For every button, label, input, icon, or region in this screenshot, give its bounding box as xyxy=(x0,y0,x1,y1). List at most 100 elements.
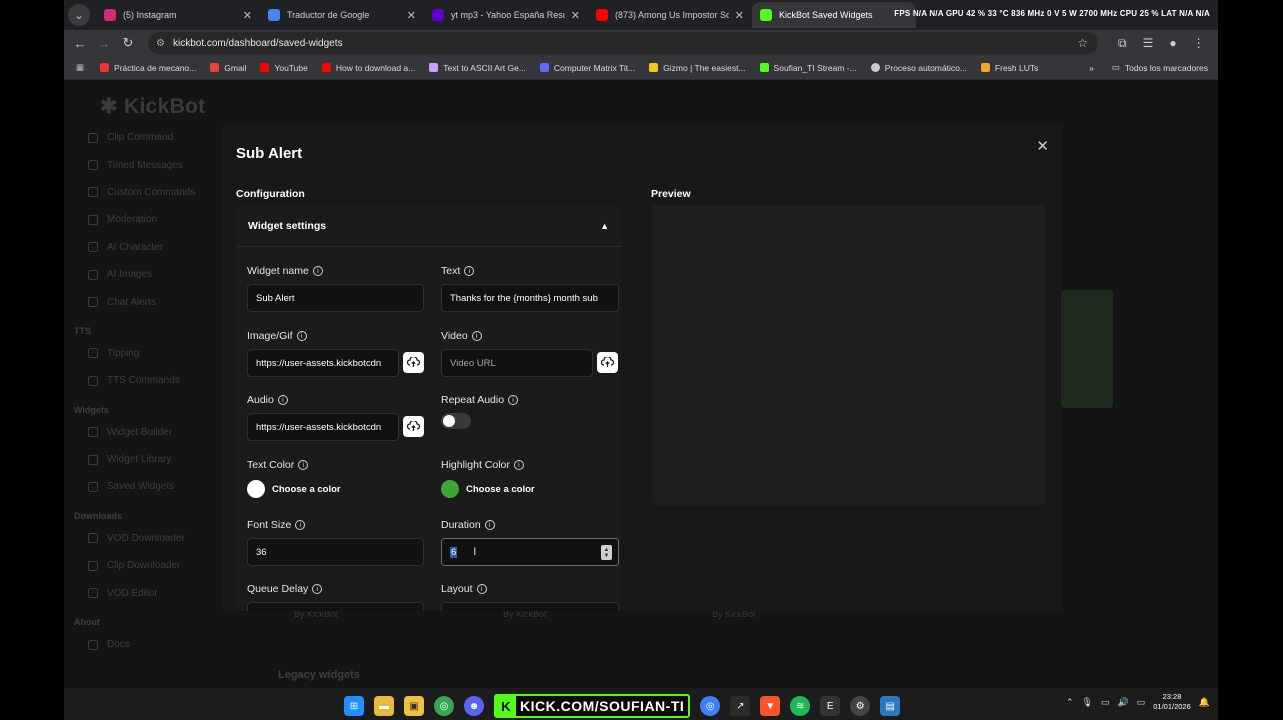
bookmark-item[interactable]: How to download a... xyxy=(321,63,415,73)
notifications-bell-icon[interactable]: 🔔 xyxy=(1199,697,1210,708)
sidebar-item[interactable]: AI Images xyxy=(74,261,224,288)
chrome-icon[interactable]: ◎ xyxy=(434,696,454,716)
upload-cloud-icon[interactable] xyxy=(597,352,618,373)
queue-delay-input[interactable] xyxy=(247,602,424,611)
bookmark-star-icon[interactable]: ☆ xyxy=(1077,36,1088,50)
widget-name-input[interactable]: Sub Alert xyxy=(247,284,424,312)
close-tab-icon[interactable]: ✕ xyxy=(407,9,416,22)
spotify-icon[interactable]: ≋ xyxy=(790,696,811,716)
color-swatch[interactable] xyxy=(247,480,265,498)
widget-settings-accordion[interactable]: Widget settings ▲ xyxy=(236,205,621,247)
site-info-icon[interactable]: ⚙ xyxy=(156,38,165,49)
info-icon[interactable]: i xyxy=(296,331,307,341)
info-icon[interactable]: i xyxy=(277,395,288,405)
bookmark-item[interactable]: YouTube xyxy=(260,63,308,73)
bookmark-item[interactable]: Computer Matrix Tit... xyxy=(539,63,635,73)
forward-arrow-icon[interactable]: → xyxy=(92,36,116,51)
close-icon[interactable]: ✕ xyxy=(1036,137,1049,155)
brave-icon[interactable]: ▼ xyxy=(760,696,781,716)
sidebar-item[interactable]: Docs xyxy=(74,631,224,658)
info-icon[interactable]: i xyxy=(464,266,475,276)
bookmark-item[interactable]: Soufian_TI Stream -... xyxy=(759,63,857,73)
color-swatch[interactable] xyxy=(441,480,459,498)
network-icon[interactable]: ▭ xyxy=(1101,697,1110,708)
sidebar-item[interactable]: Widget Library xyxy=(74,446,224,473)
info-icon[interactable]: i xyxy=(295,520,306,530)
volume-icon[interactable]: 🔊 xyxy=(1118,697,1129,708)
sidebar-item[interactable]: Clip Downloader xyxy=(74,552,224,579)
microphone-icon[interactable]: 🎙 xyxy=(1082,697,1093,708)
battery-icon[interactable]: ▭ xyxy=(1137,697,1146,708)
info-icon[interactable]: i xyxy=(298,460,309,470)
upload-cloud-icon[interactable] xyxy=(403,416,424,437)
text-input[interactable]: Thanks for the {months} month sub xyxy=(441,284,619,312)
tray-chevron-icon[interactable]: ⌃ xyxy=(1066,697,1074,708)
epic-games-icon[interactable]: E xyxy=(820,696,841,716)
repeat-audio-toggle[interactable] xyxy=(441,413,471,429)
stocks-icon[interactable]: ↗ xyxy=(730,696,751,716)
close-tab-icon[interactable]: ✕ xyxy=(243,9,252,22)
info-icon[interactable]: i xyxy=(484,520,495,530)
sidebar-item[interactable]: VOD Downloader xyxy=(74,525,224,552)
sidebar-item[interactable]: AI Character xyxy=(74,234,224,261)
bookmark-item[interactable]: Text to ASCII Art Ge... xyxy=(429,63,526,73)
file-explorer-icon[interactable]: ▬ xyxy=(374,696,394,716)
upload-cloud-icon[interactable] xyxy=(403,352,424,373)
chrome-profile-icon[interactable]: ◎ xyxy=(700,696,721,716)
sidebar-item-saved-widgets[interactable]: Saved Widgets xyxy=(74,473,224,500)
video-url-input[interactable]: Video URL xyxy=(441,349,593,377)
sidebar-item[interactable]: Tipping xyxy=(74,340,224,367)
info-icon[interactable]: i xyxy=(471,331,482,341)
reading-list-icon[interactable]: ☰ xyxy=(1143,36,1154,51)
duration-input[interactable]: 6 I ▲ ▼ xyxy=(441,538,619,566)
tab-google-translate[interactable]: Traductor de Google ✕ xyxy=(260,2,424,28)
bookmark-item[interactable]: Proceso automático... xyxy=(870,63,967,73)
more-chevron-icon[interactable]: » xyxy=(1089,63,1094,73)
tab-instagram[interactable]: (5) Instagram ✕ xyxy=(96,2,260,28)
sidebar-item[interactable]: Widget Builder xyxy=(74,419,224,446)
clock[interactable]: 23:28 01/01/2026 xyxy=(1153,692,1191,712)
info-icon[interactable]: i xyxy=(476,584,487,594)
store-icon[interactable]: ▣ xyxy=(404,696,424,716)
sidebar-item[interactable]: Moderation xyxy=(74,206,224,233)
app-window-icon[interactable]: ▤ xyxy=(880,696,901,716)
close-tab-icon[interactable]: ✕ xyxy=(735,9,744,22)
audio-input[interactable]: https://user-assets.kickbotcdn xyxy=(247,413,399,441)
menu-kebab-icon[interactable]: ⋮ xyxy=(1193,36,1205,51)
info-icon[interactable]: i xyxy=(513,460,524,470)
sidebar-item[interactable]: Chat Alerts xyxy=(74,288,224,315)
bookmark-item[interactable]: Fresh LUTs xyxy=(980,63,1038,73)
tab-youtube[interactable]: (873) Among Us Impostor Sound ✕ xyxy=(588,2,752,28)
tab-search-chevron-icon[interactable]: ⌄ xyxy=(68,4,90,26)
reload-icon[interactable]: ↻ xyxy=(116,35,140,51)
profile-avatar-icon[interactable]: ● xyxy=(1169,36,1176,51)
sidebar-item[interactable]: TTS Commands xyxy=(74,367,224,394)
bookmark-item[interactable]: Práctica de mecano... xyxy=(100,63,196,73)
tab-yahoo[interactable]: yt mp3 - Yahoo España Resultados ✕ xyxy=(424,2,588,28)
bookmark-item[interactable]: Gmail xyxy=(210,63,246,73)
sidebar-item[interactable]: VOD Editor xyxy=(74,579,224,606)
bookmark-item[interactable]: Gizmo | The easiest... xyxy=(649,63,746,73)
all-bookmarks-button[interactable]: » ▭ Todos los marcadores xyxy=(1089,62,1208,73)
info-icon[interactable]: i xyxy=(312,266,323,276)
chevron-up-icon[interactable]: ▲ xyxy=(600,221,609,231)
number-stepper-icon[interactable]: ▲ ▼ xyxy=(601,545,612,560)
tab-kickbot[interactable]: KickBot Saved Widgets xyxy=(752,2,916,28)
highlight-color-picker[interactable]: Choose a color xyxy=(441,480,619,498)
settings-gear-icon[interactable]: ⚙ xyxy=(850,696,871,716)
url-bar[interactable]: ⚙ kickbot.com/dashboard/saved-widgets ☆ xyxy=(148,32,1098,54)
font-size-input[interactable]: 36 xyxy=(247,538,424,566)
close-tab-icon[interactable]: ✕ xyxy=(571,9,580,22)
text-color-picker[interactable]: Choose a color xyxy=(247,480,424,498)
image-gif-input[interactable]: https://user-assets.kickbotcdn xyxy=(247,349,399,377)
windows-start-icon[interactable]: ⊞ xyxy=(344,696,364,716)
apps-grid-icon[interactable]: ▦ xyxy=(76,62,84,73)
back-arrow-icon[interactable]: ← xyxy=(68,36,92,51)
sidebar-item[interactable]: Custom Commands xyxy=(74,179,224,206)
discord-icon[interactable]: ☻ xyxy=(464,696,484,716)
sidebar-item[interactable]: Clip Command xyxy=(74,124,224,151)
extensions-icon[interactable]: ⧉ xyxy=(1118,36,1127,51)
info-icon[interactable]: i xyxy=(508,395,519,405)
info-icon[interactable]: i xyxy=(312,584,323,594)
layout-select[interactable] xyxy=(441,602,619,611)
